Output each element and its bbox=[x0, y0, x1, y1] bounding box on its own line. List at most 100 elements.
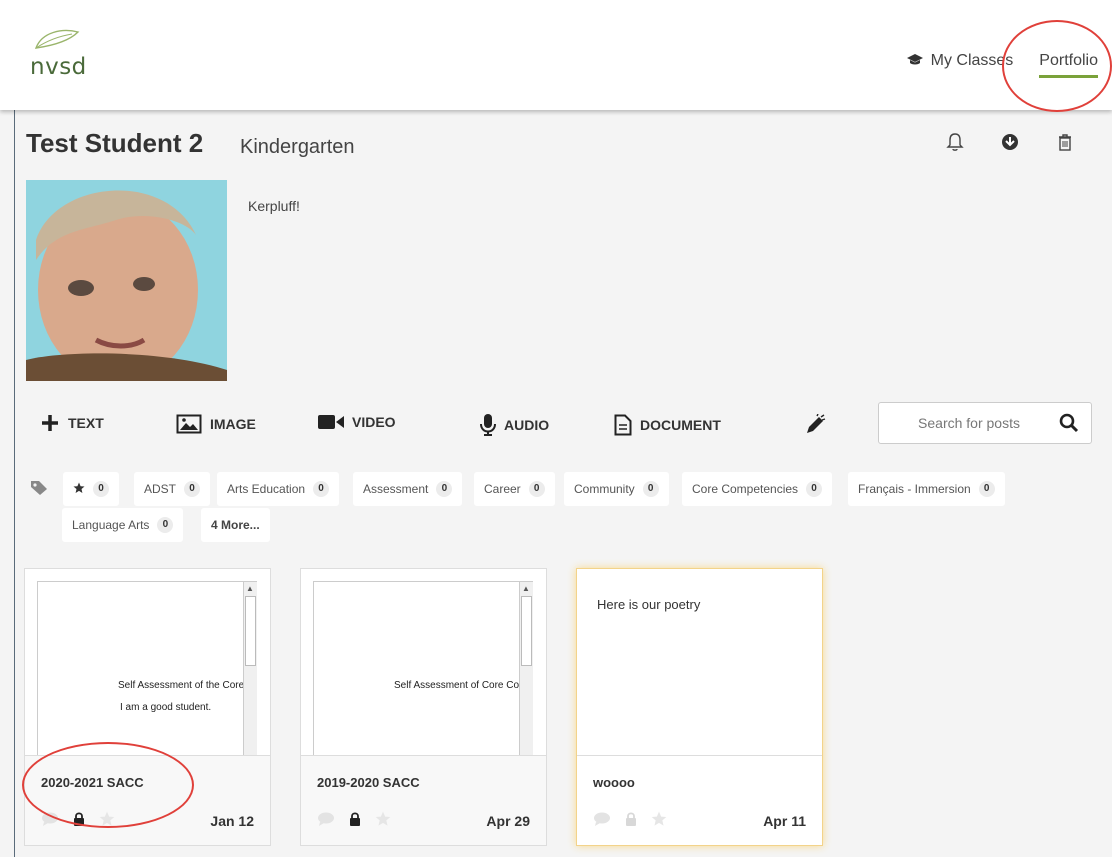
student-actions bbox=[944, 132, 1109, 154]
add-document-label: DOCUMENT bbox=[640, 417, 721, 433]
tag-label: Français - Immersion bbox=[858, 482, 971, 496]
add-image-button[interactable]: IMAGE bbox=[176, 414, 256, 434]
student-avatar bbox=[26, 180, 227, 381]
scroll-thumb[interactable] bbox=[521, 596, 532, 666]
tag-career[interactable]: Career 0 bbox=[474, 472, 555, 506]
tag-label: Career bbox=[484, 482, 521, 496]
add-audio-button[interactable]: AUDIO bbox=[480, 414, 549, 436]
post-date: Apr 11 bbox=[763, 813, 806, 829]
star-icon[interactable] bbox=[99, 811, 115, 832]
nav-my-classes[interactable]: My Classes bbox=[906, 52, 1014, 70]
post-date: Jan 12 bbox=[210, 813, 254, 829]
tag-icon bbox=[30, 480, 48, 501]
star-icon[interactable] bbox=[651, 811, 667, 832]
logo-text: nvsd bbox=[30, 54, 87, 80]
tag-count: 0 bbox=[528, 481, 545, 497]
bell-icon[interactable] bbox=[944, 132, 966, 154]
search-input[interactable] bbox=[889, 412, 1049, 434]
pencil-icon bbox=[807, 414, 826, 433]
post-toolbar: TEXT IMAGE VIDEO AUDIO DOCUMENT bbox=[40, 402, 1100, 450]
student-grade: Kindergarten bbox=[240, 136, 355, 158]
nav-my-classes-label: My Classes bbox=[930, 52, 1014, 69]
student-bio: Kerpluff! bbox=[248, 198, 300, 214]
tag-assessment[interactable]: Assessment 0 bbox=[353, 472, 463, 506]
lock-icon[interactable] bbox=[73, 812, 85, 831]
lock-icon[interactable] bbox=[349, 812, 361, 831]
add-video-label: VIDEO bbox=[352, 414, 396, 430]
add-audio-label: AUDIO bbox=[504, 417, 550, 433]
tag-community[interactable]: Community 0 bbox=[564, 472, 669, 506]
post-title: 2019-2020 SACC bbox=[317, 775, 420, 790]
preview-line: Self Assessment of Core Co bbox=[394, 680, 520, 691]
post-status-icons bbox=[593, 811, 681, 832]
star-icon[interactable] bbox=[375, 811, 391, 832]
tag-core-competencies[interactable]: Core Competencies 0 bbox=[682, 472, 833, 506]
tag-arts-education[interactable]: Arts Education 0 bbox=[217, 472, 340, 506]
post-card[interactable]: Self Assessment of the Core I am a good … bbox=[24, 568, 271, 846]
add-document-button[interactable]: DOCUMENT bbox=[614, 414, 721, 436]
student-name: Test Student 2 bbox=[26, 128, 204, 158]
search-box bbox=[878, 402, 1092, 444]
comment-icon[interactable] bbox=[317, 812, 335, 831]
add-image-label: IMAGE bbox=[210, 416, 256, 432]
video-camera-icon bbox=[318, 415, 344, 429]
tag-count: 0 bbox=[184, 481, 201, 497]
search-icon[interactable] bbox=[1059, 413, 1079, 438]
star-icon bbox=[73, 482, 85, 497]
image-icon bbox=[176, 414, 202, 434]
main-nav: My Classes Portfolio bbox=[881, 52, 1098, 78]
nav-portfolio[interactable]: Portfolio bbox=[1039, 52, 1098, 78]
tag-label: ADST bbox=[144, 482, 177, 496]
tag-count: 0 bbox=[93, 481, 109, 497]
nav-portfolio-label: Portfolio bbox=[1039, 52, 1098, 69]
tag-francais-immersion[interactable]: Français - Immersion 0 bbox=[848, 472, 1005, 506]
preview-line: I am a good student. bbox=[120, 702, 212, 713]
document-preview: Self Assessment of the Core I am a good … bbox=[37, 581, 257, 756]
tag-language-arts[interactable]: Language Arts 0 bbox=[62, 508, 184, 542]
document-preview: Self Assessment of Core Co ▲ bbox=[313, 581, 533, 756]
post-card[interactable]: Self Assessment of Core Co ▲ 2019-2020 S… bbox=[300, 568, 547, 846]
lock-icon[interactable] bbox=[625, 812, 637, 831]
tag-label: Core Competencies bbox=[692, 482, 799, 496]
tag-count: 0 bbox=[157, 517, 174, 533]
post-status-icons bbox=[317, 811, 405, 832]
nvsd-logo[interactable]: nvsd bbox=[30, 26, 100, 96]
microphone-icon bbox=[480, 414, 496, 436]
preview-line: Self Assessment of the Core bbox=[118, 680, 245, 691]
tag-count: 0 bbox=[642, 481, 659, 497]
more-tags-button[interactable]: 4 More... bbox=[201, 508, 270, 542]
more-tags-label: 4 More... bbox=[211, 518, 260, 532]
post-card[interactable]: Here is our poetry woooo Apr 11 bbox=[576, 568, 823, 846]
preview-scrollbar[interactable]: ▲ bbox=[243, 582, 257, 755]
tag-count: 0 bbox=[313, 481, 330, 497]
trash-icon[interactable] bbox=[1054, 132, 1076, 154]
post-title: 2020-2021 SACC bbox=[41, 775, 144, 790]
scroll-thumb[interactable] bbox=[245, 596, 256, 666]
tag-count: 0 bbox=[806, 481, 823, 497]
tag-label: Arts Education bbox=[227, 482, 306, 496]
post-text: Here is our poetry bbox=[597, 597, 701, 612]
top-header: nvsd My Classes Portfolio bbox=[0, 0, 1112, 110]
scroll-up-arrow-icon[interactable]: ▲ bbox=[246, 584, 254, 593]
add-video-button[interactable]: VIDEO bbox=[318, 414, 396, 430]
download-icon[interactable] bbox=[999, 132, 1021, 154]
scroll-up-arrow-icon[interactable]: ▲ bbox=[522, 584, 530, 593]
add-text-button[interactable]: TEXT bbox=[40, 414, 104, 432]
comment-icon[interactable] bbox=[41, 812, 59, 831]
tag-label: Language Arts bbox=[72, 518, 150, 532]
comment-icon[interactable] bbox=[593, 812, 611, 831]
leaf-icon bbox=[34, 29, 80, 49]
tag-starred[interactable]: 0 bbox=[63, 472, 119, 506]
tag-label: Community bbox=[574, 482, 635, 496]
tag-label: Assessment bbox=[363, 482, 429, 496]
tag-count: 0 bbox=[436, 481, 453, 497]
draw-button[interactable] bbox=[804, 414, 834, 436]
post-date: Apr 29 bbox=[486, 813, 530, 829]
add-text-label: TEXT bbox=[68, 415, 104, 431]
post-title: woooo bbox=[593, 775, 635, 790]
document-icon bbox=[614, 414, 632, 436]
preview-scrollbar[interactable]: ▲ bbox=[519, 582, 533, 755]
post-status-icons bbox=[41, 811, 129, 832]
page-left-border bbox=[14, 0, 15, 857]
tag-adst[interactable]: ADST 0 bbox=[134, 472, 211, 506]
